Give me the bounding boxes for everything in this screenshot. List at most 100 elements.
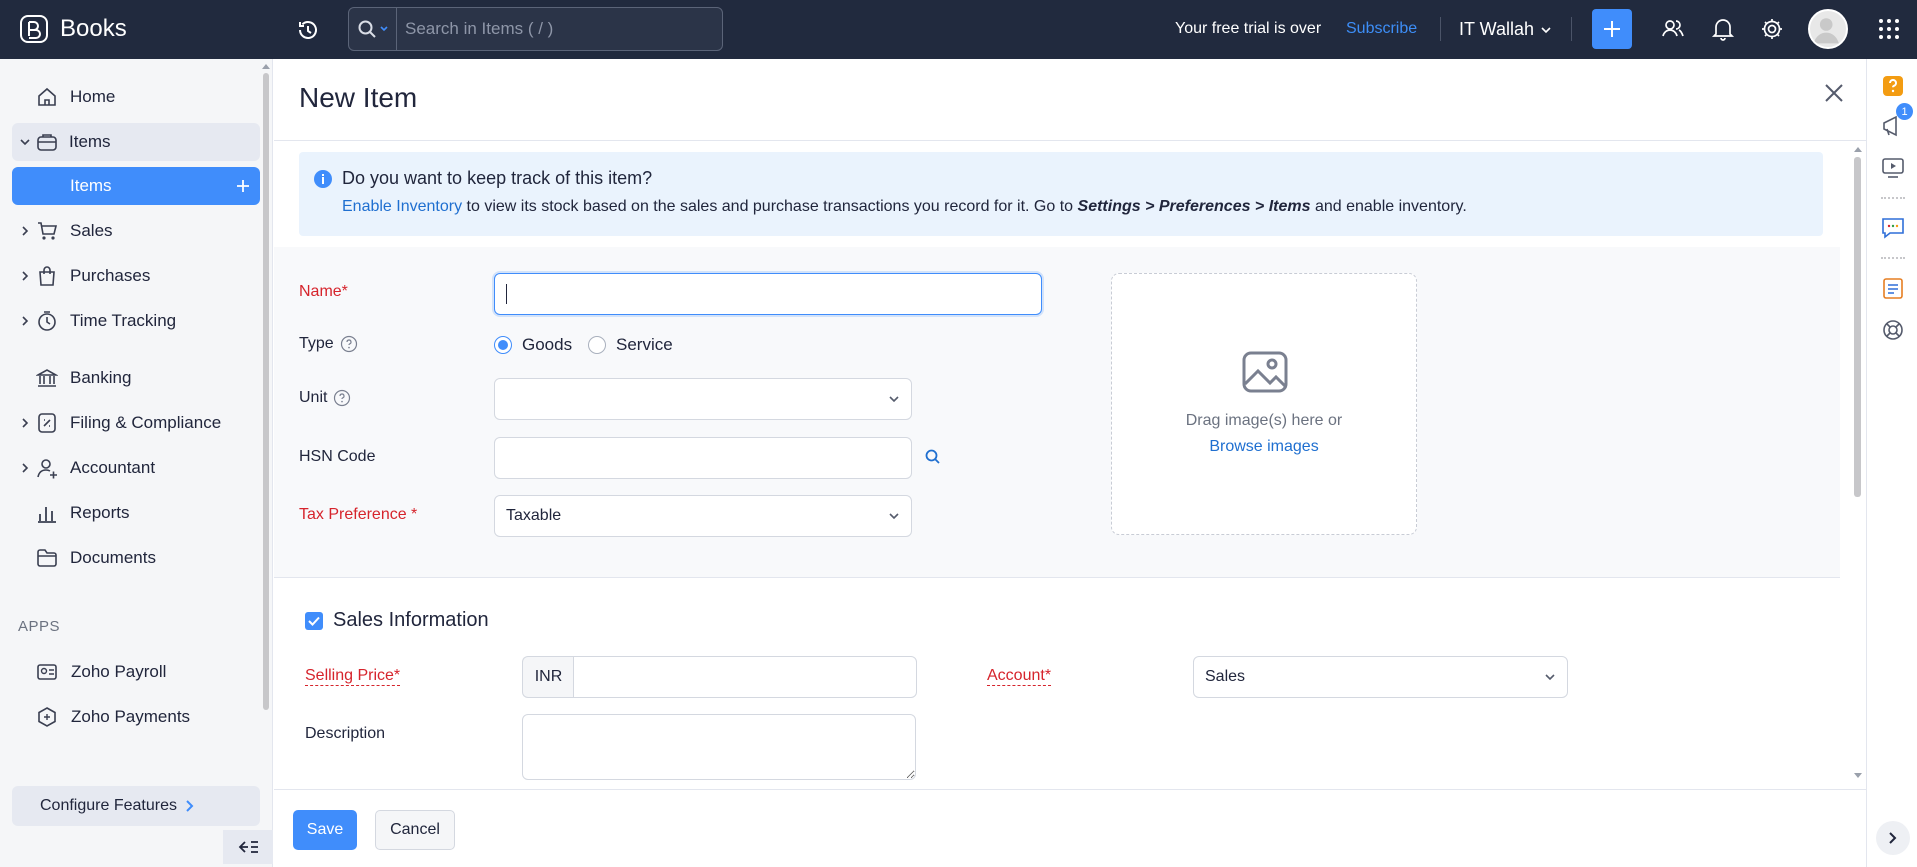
radio-button[interactable] bbox=[494, 336, 512, 354]
chevron-down-icon bbox=[1545, 674, 1555, 681]
account-label: Account* bbox=[987, 667, 1052, 686]
tax-value: Taxable bbox=[506, 507, 562, 524]
image-icon bbox=[1242, 351, 1288, 393]
people-icon[interactable] bbox=[1660, 16, 1686, 42]
scroll-up-arrow[interactable] bbox=[261, 62, 271, 70]
sidebar: Home Items Items Sales Purchases Time Tr… bbox=[0, 59, 273, 867]
avatar[interactable] bbox=[1808, 9, 1848, 49]
notes-icon[interactable] bbox=[1880, 275, 1906, 301]
app-grid-icon[interactable] bbox=[1876, 16, 1902, 42]
help-icon[interactable] bbox=[340, 335, 358, 353]
sales-icon bbox=[38, 222, 58, 240]
type-goods-label: Goods bbox=[522, 335, 573, 354]
sidebar-item-label: Accountant bbox=[70, 458, 156, 477]
divider bbox=[274, 140, 1866, 141]
cancel-button[interactable]: Cancel bbox=[375, 810, 455, 850]
page-title: New Item bbox=[299, 82, 418, 113]
time-tracking-icon bbox=[38, 311, 56, 331]
sidebar-item-label: Zoho Payroll bbox=[71, 662, 167, 681]
collapse-icon bbox=[238, 841, 258, 853]
help-icon[interactable] bbox=[1880, 73, 1906, 99]
close-icon[interactable] bbox=[1822, 81, 1846, 105]
divider bbox=[1440, 17, 1441, 41]
scrollbar-thumb[interactable] bbox=[1854, 157, 1861, 497]
banner-text: and enable inventory. bbox=[1310, 198, 1467, 215]
org-name: IT Wallah bbox=[1459, 19, 1535, 39]
right-rail: 1 bbox=[1866, 59, 1917, 867]
browse-images-link[interactable]: Browse images bbox=[1112, 438, 1416, 456]
recent-icon[interactable] bbox=[296, 18, 320, 42]
banking-icon bbox=[36, 369, 58, 387]
search-scope-dropdown[interactable] bbox=[349, 8, 397, 50]
chevron-right-icon bbox=[22, 316, 29, 326]
tax-preference-select[interactable]: Taxable bbox=[494, 495, 912, 537]
chevron-right-icon bbox=[22, 463, 29, 473]
subscribe-link[interactable]: Subscribe bbox=[1346, 20, 1417, 38]
collapse-sidebar-button[interactable] bbox=[223, 830, 273, 864]
feedback-icon[interactable] bbox=[1880, 215, 1906, 241]
selling-price-field[interactable] bbox=[573, 656, 917, 698]
type-label: Type bbox=[299, 335, 358, 353]
save-button[interactable]: Save bbox=[293, 810, 357, 850]
purchases-icon bbox=[39, 266, 55, 286]
sidebar-scrollbar[interactable] bbox=[263, 73, 269, 710]
quick-create-button[interactable] bbox=[1592, 9, 1632, 49]
magnifier-icon[interactable] bbox=[924, 448, 942, 466]
sidebar-item-items[interactable]: Items bbox=[12, 123, 260, 161]
currency-prefix: INR bbox=[522, 656, 574, 698]
video-tutorials-icon[interactable] bbox=[1880, 155, 1906, 181]
sidebar-item-label: Time Tracking bbox=[70, 311, 177, 330]
check-icon bbox=[308, 616, 320, 626]
expand-rail-button[interactable] bbox=[1876, 821, 1910, 855]
description-textarea[interactable] bbox=[522, 714, 916, 780]
radio-button[interactable] bbox=[588, 336, 606, 354]
divider bbox=[1571, 17, 1572, 41]
support-icon[interactable] bbox=[1880, 317, 1906, 343]
image-dropzone[interactable]: Drag image(s) here or Browse images bbox=[1111, 273, 1417, 535]
books-logo-icon bbox=[20, 15, 48, 43]
tax-label-text: Tax Preference * bbox=[299, 506, 418, 523]
description-label-text: Description bbox=[305, 725, 386, 742]
brand[interactable]: Books bbox=[18, 13, 127, 45]
gear-icon[interactable] bbox=[1759, 16, 1785, 42]
divider bbox=[274, 577, 1840, 578]
sidebar-item-label: Zoho Payments bbox=[71, 707, 191, 726]
plus-icon[interactable] bbox=[236, 179, 250, 193]
chevron-right-icon bbox=[22, 271, 29, 281]
type-service-label: Service bbox=[616, 335, 673, 354]
main-scrollbar[interactable] bbox=[1853, 145, 1862, 780]
type-service-radio[interactable]: Service bbox=[588, 335, 673, 355]
sidebar-item-label: Banking bbox=[70, 368, 132, 387]
inventory-info-banner: Do you want to keep track of this item? … bbox=[299, 152, 1823, 236]
hsn-code-field[interactable] bbox=[494, 437, 912, 479]
zoho-payroll-icon bbox=[37, 664, 57, 680]
chevron-right-icon bbox=[1889, 832, 1897, 844]
type-label-text: Type bbox=[299, 335, 334, 352]
divider bbox=[1881, 197, 1905, 199]
home-icon bbox=[38, 87, 56, 106]
sidebar-item-label: Items bbox=[69, 132, 111, 151]
org-switcher[interactable]: IT Wallah bbox=[1459, 19, 1552, 40]
name-label: Name* bbox=[299, 283, 348, 301]
help-icon[interactable] bbox=[333, 389, 351, 407]
global-search[interactable] bbox=[348, 7, 723, 51]
search-input[interactable] bbox=[397, 19, 697, 39]
sales-info-checkbox[interactable] bbox=[305, 612, 323, 630]
configure-features-button[interactable]: Configure Features bbox=[12, 786, 260, 826]
name-field[interactable] bbox=[494, 273, 1042, 315]
trial-text: Your free trial is over bbox=[1175, 20, 1322, 37]
unit-label: Unit bbox=[299, 389, 351, 407]
dropzone-text: Drag image(s) here or bbox=[1185, 412, 1343, 429]
app-name: Books bbox=[60, 15, 127, 42]
unit-select[interactable] bbox=[494, 378, 912, 420]
sidebar-item-label: Filing & Compliance bbox=[70, 413, 222, 432]
chevron-down-icon bbox=[379, 26, 388, 32]
hsn-label-text: HSN Code bbox=[299, 448, 376, 465]
account-select[interactable]: Sales bbox=[1193, 656, 1568, 698]
bell-icon[interactable] bbox=[1710, 16, 1736, 42]
name-label-text: Name* bbox=[299, 283, 348, 300]
enable-inventory-link[interactable]: Enable Inventory bbox=[342, 198, 462, 215]
type-goods-radio[interactable]: Goods bbox=[494, 335, 572, 355]
sidebar-item-items-sub[interactable]: Items bbox=[12, 167, 260, 205]
hsn-label: HSN Code bbox=[299, 448, 375, 466]
